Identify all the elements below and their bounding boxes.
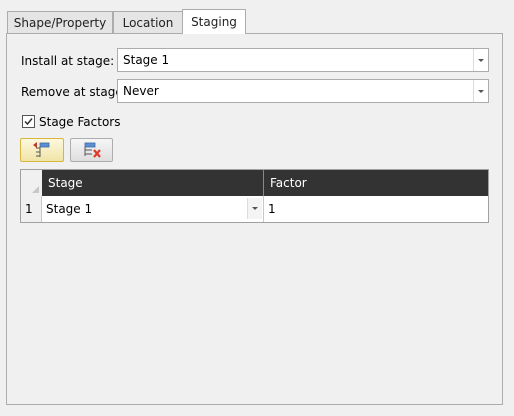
column-header-label: Stage: [48, 176, 83, 190]
insert-row-icon: [33, 142, 50, 157]
stage-cell-dropdown-button[interactable]: [247, 198, 262, 219]
remove-stage-dropdown-button[interactable]: [473, 80, 488, 102]
column-header-factor[interactable]: Factor: [264, 170, 488, 196]
delete-row-icon: [84, 142, 101, 158]
install-stage-value: Stage 1: [123, 53, 170, 67]
install-stage-dropdown-button[interactable]: [473, 49, 488, 71]
factor-cell-value: 1: [268, 202, 276, 216]
row-index: 1: [21, 196, 42, 222]
checkmark-icon: [24, 118, 33, 126]
column-header-label: Factor: [270, 176, 307, 190]
remove-stage-label: Remove at stage:: [21, 85, 127, 99]
factor-cell[interactable]: 1: [264, 196, 488, 222]
install-stage-combo[interactable]: Stage 1: [117, 48, 489, 72]
stage-factors-table: Stage Factor 1 Stage 1 1: [20, 169, 489, 223]
select-all-corner[interactable]: [21, 170, 43, 196]
delete-row-button[interactable]: [70, 138, 113, 162]
remove-stage-combo[interactable]: Never: [117, 79, 489, 103]
row-index-label: 1: [25, 202, 33, 216]
insert-row-button[interactable]: [20, 138, 64, 162]
stage-factors-label: Stage Factors: [39, 115, 121, 129]
install-stage-label: Install at stage:: [21, 54, 115, 68]
column-header-stage[interactable]: Stage: [42, 170, 264, 196]
chevron-down-icon: [478, 89, 484, 93]
remove-stage-value: Never: [123, 84, 159, 98]
chevron-down-icon: [252, 207, 258, 210]
stage-cell-value: Stage 1: [46, 202, 93, 216]
stage-factors-checkbox[interactable]: [22, 115, 35, 128]
stage-cell[interactable]: Stage 1: [42, 196, 264, 222]
chevron-down-icon: [478, 58, 484, 62]
